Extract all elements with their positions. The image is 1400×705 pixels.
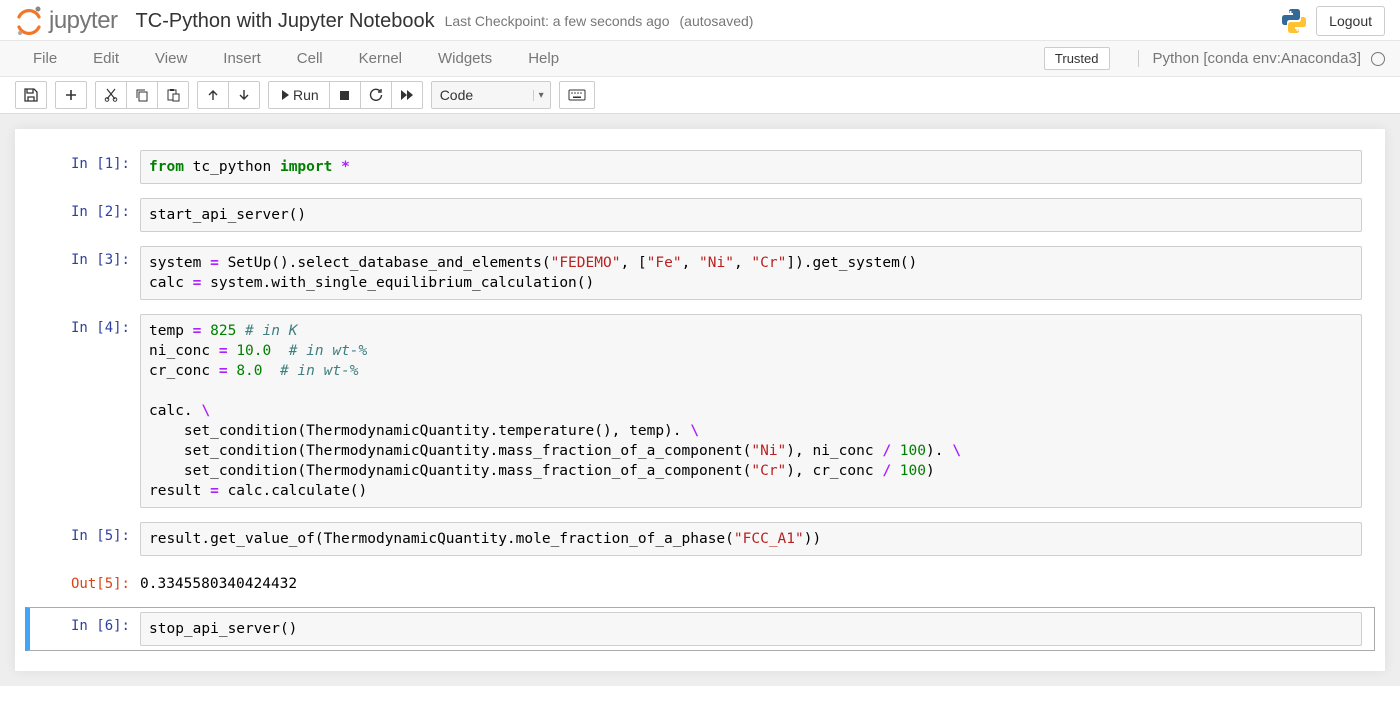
- move-down-button[interactable]: [228, 81, 260, 109]
- input-prompt: In [6]:: [30, 612, 140, 646]
- stop-icon: [339, 90, 350, 101]
- code-cell[interactable]: In [2]:start_api_server(): [25, 193, 1375, 237]
- python-icon: [1280, 7, 1308, 35]
- autosave-status: (autosaved): [680, 13, 754, 29]
- cell-type-value: Code: [440, 87, 473, 103]
- save-icon: [24, 88, 38, 102]
- output-prompt: Out[5]:: [30, 570, 140, 598]
- input-prompt: In [1]:: [30, 150, 140, 184]
- code-cell[interactable]: In [4]:temp = 825 # in K ni_conc = 10.0 …: [25, 309, 1375, 513]
- cut-button[interactable]: [95, 81, 127, 109]
- menu-insert[interactable]: Insert: [205, 42, 279, 75]
- code-input[interactable]: start_api_server(): [140, 198, 1362, 232]
- keyboard-icon: [568, 89, 586, 101]
- logout-button[interactable]: Logout: [1316, 6, 1385, 36]
- restart-run-all-button[interactable]: [391, 81, 423, 109]
- paste-icon: [166, 88, 180, 102]
- menu-file[interactable]: File: [15, 42, 75, 75]
- code-input[interactable]: temp = 825 # in K ni_conc = 10.0 # in wt…: [140, 314, 1362, 508]
- arrow-up-icon: [207, 89, 219, 101]
- fast-forward-icon: [400, 89, 414, 101]
- menu-kernel[interactable]: Kernel: [341, 42, 420, 75]
- notebook-container: In [1]:from tc_python import *In [2]:sta…: [0, 114, 1400, 686]
- code-cell[interactable]: In [1]:from tc_python import *: [25, 145, 1375, 189]
- insert-cell-button[interactable]: [55, 81, 87, 109]
- code-cell[interactable]: In [3]:system = SetUp().select_database_…: [25, 241, 1375, 305]
- interrupt-button[interactable]: [329, 81, 361, 109]
- menu-edit[interactable]: Edit: [75, 42, 137, 75]
- jupyter-logo-text: jupyter: [49, 7, 118, 35]
- jupyter-planet-icon: [15, 6, 43, 36]
- restart-button[interactable]: [360, 81, 392, 109]
- run-label: Run: [293, 87, 319, 103]
- restart-icon: [369, 88, 383, 102]
- menu-items: FileEditViewInsertCellKernelWidgetsHelp: [15, 42, 577, 75]
- code-input[interactable]: result.get_value_of(ThermodynamicQuantit…: [140, 522, 1362, 556]
- trusted-indicator[interactable]: Trusted: [1044, 47, 1110, 70]
- cell-type-select[interactable]: Code: [431, 81, 551, 109]
- code-cell[interactable]: In [6]:stop_api_server(): [25, 607, 1375, 651]
- toolbar: Run Code: [0, 77, 1400, 114]
- paste-button[interactable]: [157, 81, 189, 109]
- code-input[interactable]: stop_api_server(): [140, 612, 1362, 646]
- command-palette-button[interactable]: [559, 81, 595, 109]
- header: jupyter TC-Python with Jupyter Notebook …: [0, 0, 1400, 41]
- code-input[interactable]: from tc_python import *: [140, 150, 1362, 184]
- menu-cell[interactable]: Cell: [279, 42, 341, 75]
- input-prompt: In [3]:: [30, 246, 140, 300]
- copy-button[interactable]: [126, 81, 158, 109]
- notebook: In [1]:from tc_python import *In [2]:sta…: [15, 129, 1385, 671]
- menubar: FileEditViewInsertCellKernelWidgetsHelp …: [0, 41, 1400, 77]
- copy-icon: [135, 88, 149, 102]
- notebook-title[interactable]: TC-Python with Jupyter Notebook: [136, 10, 435, 33]
- jupyter-logo[interactable]: jupyter: [15, 6, 118, 36]
- output-text: 0.3345580340424432: [140, 570, 1362, 598]
- menu-help[interactable]: Help: [510, 42, 577, 75]
- kernel-status-icon: [1371, 52, 1385, 66]
- menu-widgets[interactable]: Widgets: [420, 42, 510, 75]
- arrow-down-icon: [238, 89, 250, 101]
- move-up-button[interactable]: [197, 81, 229, 109]
- code-cell[interactable]: In [5]:result.get_value_of(Thermodynamic…: [25, 517, 1375, 561]
- input-prompt: In [5]:: [30, 522, 140, 556]
- menu-view[interactable]: View: [137, 42, 205, 75]
- save-button[interactable]: [15, 81, 47, 109]
- input-prompt: In [4]:: [30, 314, 140, 508]
- code-input[interactable]: system = SetUp().select_database_and_ele…: [140, 246, 1362, 300]
- kernel-name[interactable]: Python [conda env:Anaconda3]: [1138, 50, 1368, 67]
- input-prompt: In [2]:: [30, 198, 140, 232]
- cut-icon: [104, 88, 118, 102]
- run-button[interactable]: Run: [268, 81, 330, 109]
- plus-icon: [65, 89, 77, 101]
- run-icon: [279, 89, 289, 101]
- checkpoint-status: Last Checkpoint: a few seconds ago: [445, 13, 670, 29]
- output-area: Out[5]:0.3345580340424432: [25, 565, 1375, 603]
